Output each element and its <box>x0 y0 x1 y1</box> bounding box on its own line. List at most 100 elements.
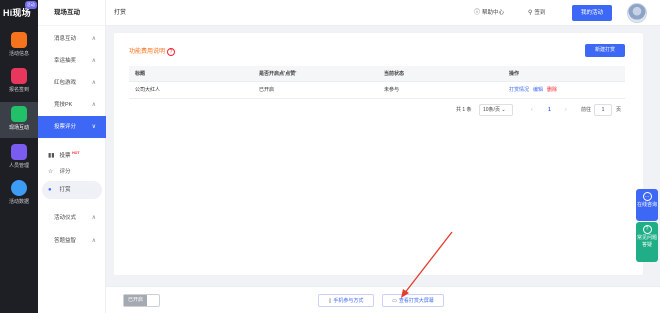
breadcrumb: 打赏 <box>114 10 127 16</box>
chart-icon <box>11 180 27 196</box>
edit-link[interactable]: 编辑 <box>533 87 543 93</box>
sidebar-item-ceremony[interactable]: 活动仪式 ∧ <box>38 207 106 229</box>
help-center-link[interactable]: ⓘ 帮助中心 <box>474 0 504 26</box>
pagination: 共 1 条 10条/页 ⌄ ‹ 1 › 前往 1 页 <box>456 104 626 116</box>
faq-tab[interactable]: ? 常见问题答疑 <box>636 222 658 262</box>
total-count: 共 1 条 <box>456 107 472 113</box>
sidebar-item-label: 红包游戏 <box>54 80 77 86</box>
location-icon: ⚲ <box>528 10 533 16</box>
help-icon: ⓘ <box>474 10 481 16</box>
rail-label: 人员管理 <box>8 163 29 169</box>
subitem-label: 打赏 <box>59 187 71 193</box>
question-icon: ? <box>642 225 652 234</box>
col-actions: 操作 <box>509 71 520 77</box>
row-actions: 打赏情况 编辑 删除 <box>509 82 561 98</box>
chevron-up-icon: ∧ <box>91 36 96 42</box>
prev-page-button[interactable]: ‹ <box>531 104 533 116</box>
reward-detail-link[interactable]: 打赏情况 <box>509 87 529 93</box>
chevron-up-icon: ∧ <box>91 238 96 244</box>
online-consult-label: 在线咨询 <box>636 202 657 208</box>
logo-badge: 活动 <box>24 1 37 9</box>
star-icon: ☆ <box>48 169 54 175</box>
top-bar: 打赏 ⓘ 帮助中心 ⚲ 签到 我的活动 <box>106 0 660 26</box>
sidebar-item-label: 幸运抽奖 <box>54 58 77 64</box>
mobile-join-button[interactable]: ▯ 手机参与方式 <box>318 294 374 307</box>
rail-label: 报名签到 <box>8 87 29 93</box>
subitem-label: 投票 <box>59 152 71 159</box>
col-title: 标题 <box>135 71 146 77</box>
delete-link[interactable]: 删除 <box>547 87 557 93</box>
signin-link[interactable]: ⚲ 签到 <box>528 0 545 26</box>
col-like-enabled: 是否开启点'点赞' <box>259 71 297 77</box>
table-row: 公司大红人 已开启 未参与 打赏情况 编辑 删除 <box>129 82 625 99</box>
chevron-up-icon: ∧ <box>91 102 96 108</box>
faq-label: 常见问题答疑 <box>636 235 657 248</box>
sidebar-item-messages[interactable]: 消息互动 ∧ <box>38 28 106 50</box>
sidebar-item-pk[interactable]: 竞技PK ∧ <box>38 94 106 116</box>
sub-sidebar: 现场互动 消息互动 ∧ 幸运抽奖 ∧ 红包游戏 ∧ 竞技PK ∧ 投票评分 ∨ … <box>38 0 106 313</box>
people-icon <box>11 144 27 160</box>
hot-badge: HOT <box>72 151 80 155</box>
signin-label: 签到 <box>534 10 546 16</box>
sidebar-item-label: 竞技PK <box>54 102 73 108</box>
chevron-up-icon: ∧ <box>91 215 96 221</box>
help-circle-icon[interactable]: ? <box>167 48 176 56</box>
row-status: 未参与 <box>384 87 400 93</box>
page-size-select[interactable]: 10条/页 ⌄ <box>479 104 513 116</box>
subitem-vote[interactable]: ▮▮ 投票 HOT <box>42 144 106 162</box>
subitem-reward[interactable]: ● 打赏 <box>42 181 102 199</box>
sidebar-item-label: 消息互动 <box>54 36 77 42</box>
reward-table: 标题 是否开启点'点赞' 当前状态 操作 公司大红人 已开启 未参与 打赏情况编… <box>129 66 625 99</box>
logo-text: Hi现场 <box>3 8 31 18</box>
chat-icon: … <box>642 192 652 201</box>
reward-screen-button[interactable]: ▭ 查看打赏大屏幕 <box>382 294 444 307</box>
new-reward-button[interactable]: 新建打赏 <box>585 44 625 57</box>
subitem-score[interactable]: ☆ 评分 <box>42 163 106 181</box>
sidebar-header: 现场互动 <box>38 0 105 26</box>
my-activity-button[interactable]: 我的活动 <box>572 5 612 21</box>
avatar[interactable] <box>627 3 647 23</box>
current-page[interactable]: 1 <box>548 104 551 116</box>
page-size-value: 10条/页 <box>483 107 500 113</box>
reward-screen-label: 查看打赏大屏幕 <box>398 298 434 304</box>
sidebar-item-redpacket[interactable]: 红包游戏 ∧ <box>38 72 106 94</box>
reward-icon: ● <box>48 187 52 193</box>
rail-item-interaction[interactable]: 现场互动 <box>0 102 38 138</box>
rail-item-data[interactable]: 活动数据 <box>0 176 38 212</box>
enable-toggle[interactable]: 已开启 <box>123 294 160 307</box>
monitor-icon: ▭ <box>392 298 397 304</box>
rail-label: 活动信息 <box>8 51 29 57</box>
col-status: 当前状态 <box>384 71 405 77</box>
row-enabled: 已开启 <box>259 87 275 93</box>
chevron-up-icon: ∧ <box>91 80 96 86</box>
app-rail: Hi现场 活动 活动信息 报名签到 现场互动 人员管理 活动数据 <box>0 0 38 313</box>
table-header: 标题 是否开启点'点赞' 当前状态 操作 <box>129 66 625 82</box>
rail-item-signup[interactable]: 报名签到 <box>0 64 38 100</box>
sidebar-item-lottery[interactable]: 幸运抽奖 ∧ <box>38 50 106 72</box>
next-page-button[interactable]: › <box>565 104 567 116</box>
interaction-icon <box>11 106 27 122</box>
app-logo[interactable]: Hi现场 活动 <box>3 1 37 20</box>
chevron-down-icon: ∨ <box>91 124 96 130</box>
goto-page-input[interactable]: 1 <box>594 104 612 116</box>
online-consult-tab[interactable]: … 在线咨询 <box>636 189 658 221</box>
chevron-down-icon: ⌄ <box>501 107 506 113</box>
fee-info-label: 功能费用说明 <box>129 49 166 55</box>
sidebar-item-label: 投票评分 <box>54 124 77 130</box>
goto-label: 前往 <box>581 107 592 113</box>
subitem-label: 评分 <box>59 169 71 175</box>
sidebar-item-label: 答题益智 <box>54 238 77 244</box>
rail-label: 现场互动 <box>8 125 29 131</box>
bottom-bar: 已开启 ▯ 手机参与方式 ▭ 查看打赏大屏幕 <box>106 286 660 313</box>
sidebar-item-vote[interactable]: 投票评分 ∨ <box>38 116 106 138</box>
sidebar-item-quiz[interactable]: 答题益智 ∧ <box>38 230 106 252</box>
fee-info[interactable]: 功能费用说明? <box>129 46 176 56</box>
sidebar-item-label: 活动仪式 <box>54 215 77 221</box>
rail-item-people[interactable]: 人员管理 <box>0 140 38 176</box>
calendar-icon <box>11 32 27 48</box>
chevron-up-icon: ∧ <box>91 58 96 64</box>
mobile-icon: ▯ <box>328 298 332 304</box>
rail-item-activity-info[interactable]: 活动信息 <box>0 28 38 64</box>
signup-icon <box>11 68 27 84</box>
rail-label: 活动数据 <box>8 199 29 205</box>
